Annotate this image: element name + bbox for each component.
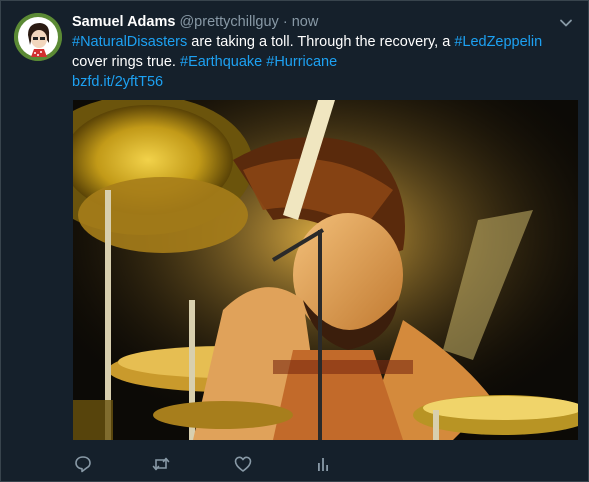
avatar[interactable] [14,13,62,61]
heart-icon[interactable] [233,454,253,474]
analytics-icon[interactable] [313,454,333,474]
display-name[interactable]: Samuel Adams [72,14,175,30]
hashtag-earthquake[interactable]: #Earthquake [180,54,262,70]
hashtag-led-zeppelin[interactable]: #LedZeppelin [454,34,542,50]
tweet-text: #NaturalDisasters are taking a toll. Thr… [72,32,567,92]
separator-dot: · [282,14,288,30]
tweet-media-photo[interactable] [73,100,578,440]
hashtag-hurricane[interactable]: #Hurricane [266,54,337,70]
tweet-text-part: are taking a toll. Through the recovery,… [187,34,455,50]
user-handle[interactable]: @prettychillguy [179,14,278,30]
timestamp[interactable]: now [292,14,319,30]
tweet-card[interactable]: Samuel Adams @prettychillguy · now #Natu… [0,0,589,482]
tweet-header: Samuel Adams @prettychillguy · now [72,13,318,31]
reply-icon[interactable] [73,454,93,474]
tweet-text-part: cover rings true. [72,54,180,70]
retweet-icon[interactable] [151,454,171,474]
tweet-url-link[interactable]: bzfd.it/2yftT56 [72,74,163,90]
tweet-actions [73,454,373,476]
chevron-down-icon[interactable] [558,15,574,31]
hashtag-natural-disasters[interactable]: #NaturalDisasters [72,34,187,50]
